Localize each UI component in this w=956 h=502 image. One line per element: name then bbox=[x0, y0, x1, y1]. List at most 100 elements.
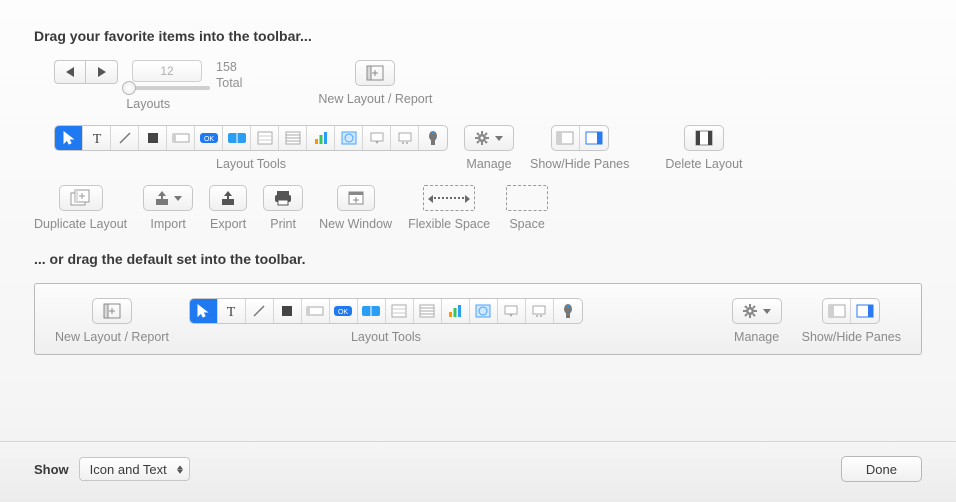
import-label: Import bbox=[150, 217, 185, 231]
next-layout-button[interactable] bbox=[86, 60, 118, 84]
part-tool-icon[interactable] bbox=[279, 126, 307, 150]
chart-tool-icon[interactable] bbox=[307, 126, 335, 150]
export-icon bbox=[220, 190, 236, 206]
webviewer-tool-icon[interactable] bbox=[335, 126, 363, 150]
footer-bar: Show Icon and Text Done bbox=[0, 441, 956, 502]
new-layout-label: New Layout / Report bbox=[318, 92, 432, 106]
duplicate-layout-group[interactable]: Duplicate Layout bbox=[34, 185, 127, 231]
popover-tool-icon[interactable] bbox=[363, 126, 391, 150]
tab-control-tool-icon[interactable] bbox=[223, 126, 251, 150]
new-layout-group[interactable]: New Layout / Report bbox=[318, 60, 432, 106]
duplicate-layout-button[interactable] bbox=[59, 185, 103, 211]
new-window-icon bbox=[348, 191, 364, 205]
popover-tool-icon[interactable] bbox=[498, 299, 526, 323]
default-layout-tools-toolbar[interactable]: T OK bbox=[189, 298, 583, 324]
pointer-tool-icon[interactable] bbox=[190, 299, 218, 323]
palette-row-2: T OK bbox=[34, 125, 922, 171]
line-tool-icon[interactable] bbox=[111, 126, 139, 150]
dropdown-caret-icon bbox=[763, 309, 771, 314]
new-layout-button[interactable] bbox=[355, 60, 395, 86]
new-window-group[interactable]: New Window bbox=[319, 185, 392, 231]
default-layout-tools-label: Layout Tools bbox=[351, 330, 421, 344]
line-tool-icon[interactable] bbox=[246, 299, 274, 323]
pointer-tool-icon[interactable] bbox=[55, 126, 83, 150]
rectangle-tool-icon[interactable] bbox=[139, 126, 167, 150]
right-pane-icon[interactable] bbox=[580, 126, 608, 150]
default-set-container[interactable]: New Layout / Report T OK Layout Tools Ma… bbox=[34, 283, 922, 355]
button-tool-icon[interactable]: OK bbox=[330, 299, 358, 323]
rectangle-tool-icon[interactable] bbox=[274, 299, 302, 323]
text-tool-icon[interactable]: T bbox=[218, 299, 246, 323]
button-tool-icon[interactable]: OK bbox=[195, 126, 223, 150]
show-hide-panes-group[interactable]: Show/Hide Panes bbox=[530, 125, 629, 171]
tab-control-tool-icon[interactable] bbox=[358, 299, 386, 323]
layout-tools-toolbar[interactable]: T OK bbox=[54, 125, 448, 151]
layout-total-suffix: Total bbox=[216, 76, 242, 92]
flexible-space-group[interactable]: Flexible Space bbox=[408, 185, 490, 231]
print-button[interactable] bbox=[263, 185, 303, 211]
webviewer-tool-icon[interactable] bbox=[470, 299, 498, 323]
part-tool-icon[interactable] bbox=[414, 299, 442, 323]
format-painter-icon[interactable] bbox=[554, 299, 582, 323]
field-tool-icon[interactable] bbox=[167, 126, 195, 150]
show-mode-value: Icon and Text bbox=[90, 462, 167, 477]
left-pane-icon[interactable] bbox=[823, 299, 851, 323]
default-layout-tools-group[interactable]: T OK Layout Tools bbox=[189, 298, 583, 344]
layouts-nav[interactable] bbox=[54, 60, 118, 84]
palette-row-3: Duplicate Layout Import Export Print bbox=[34, 185, 922, 231]
layout-total: 158 Total bbox=[216, 60, 242, 91]
svg-text:T: T bbox=[92, 132, 101, 145]
new-layout-icon bbox=[103, 303, 121, 319]
new-window-label: New Window bbox=[319, 217, 392, 231]
default-new-layout-group[interactable]: New Layout / Report bbox=[55, 298, 169, 344]
export-button[interactable] bbox=[209, 185, 247, 211]
layout-slider[interactable]: 12 bbox=[124, 60, 210, 90]
layout-tools-group[interactable]: T OK bbox=[54, 125, 448, 171]
default-new-layout-button[interactable] bbox=[92, 298, 132, 324]
export-group[interactable]: Export bbox=[209, 185, 247, 231]
layout-slider-track[interactable] bbox=[124, 86, 210, 90]
gear-icon bbox=[475, 131, 491, 145]
printer-icon bbox=[274, 190, 292, 206]
slide-control-tool-icon[interactable] bbox=[526, 299, 554, 323]
import-button[interactable] bbox=[143, 185, 193, 211]
chevron-left-icon bbox=[66, 67, 74, 77]
dropdown-caret-icon bbox=[495, 136, 503, 141]
prev-layout-button[interactable] bbox=[54, 60, 86, 84]
done-button[interactable]: Done bbox=[841, 456, 922, 482]
slide-control-tool-icon[interactable] bbox=[391, 126, 419, 150]
portal-tool-icon[interactable] bbox=[251, 126, 279, 150]
print-group[interactable]: Print bbox=[263, 185, 303, 231]
space-item[interactable] bbox=[506, 185, 548, 211]
default-show-hide-group[interactable]: Show/Hide Panes bbox=[802, 298, 901, 344]
portal-tool-icon[interactable] bbox=[386, 299, 414, 323]
right-pane-icon[interactable] bbox=[851, 299, 879, 323]
export-label: Export bbox=[210, 217, 246, 231]
show-hide-panes-toolbar[interactable] bbox=[551, 125, 609, 151]
left-pane-icon[interactable] bbox=[552, 126, 580, 150]
flexible-space-item[interactable] bbox=[423, 185, 475, 211]
show-mode-select[interactable]: Icon and Text bbox=[79, 457, 190, 481]
default-manage-group[interactable]: Manage bbox=[732, 298, 782, 344]
layout-number-readout: 12 bbox=[132, 60, 202, 82]
space-group[interactable]: Space bbox=[506, 185, 548, 231]
manage-group[interactable]: Manage bbox=[464, 125, 514, 171]
format-painter-icon[interactable] bbox=[419, 126, 447, 150]
chart-tool-icon[interactable] bbox=[442, 299, 470, 323]
heading-drag: Drag your favorite items into the toolba… bbox=[34, 28, 922, 44]
delete-layout-group[interactable]: Delete Layout bbox=[665, 125, 742, 171]
show-label: Show bbox=[34, 462, 69, 477]
default-manage-button[interactable] bbox=[732, 298, 782, 324]
svg-text:T: T bbox=[227, 305, 236, 318]
layouts-group[interactable]: 12 158 Total Layouts bbox=[54, 60, 242, 111]
default-new-layout-label: New Layout / Report bbox=[55, 330, 169, 344]
import-group[interactable]: Import bbox=[143, 185, 193, 231]
delete-layout-button[interactable] bbox=[684, 125, 724, 151]
layout-slider-thumb[interactable] bbox=[122, 81, 136, 95]
layout-total-number: 158 bbox=[216, 60, 242, 76]
new-window-button[interactable] bbox=[337, 185, 375, 211]
field-tool-icon[interactable] bbox=[302, 299, 330, 323]
manage-button[interactable] bbox=[464, 125, 514, 151]
default-show-hide-toolbar[interactable] bbox=[822, 298, 880, 324]
text-tool-icon[interactable]: T bbox=[83, 126, 111, 150]
